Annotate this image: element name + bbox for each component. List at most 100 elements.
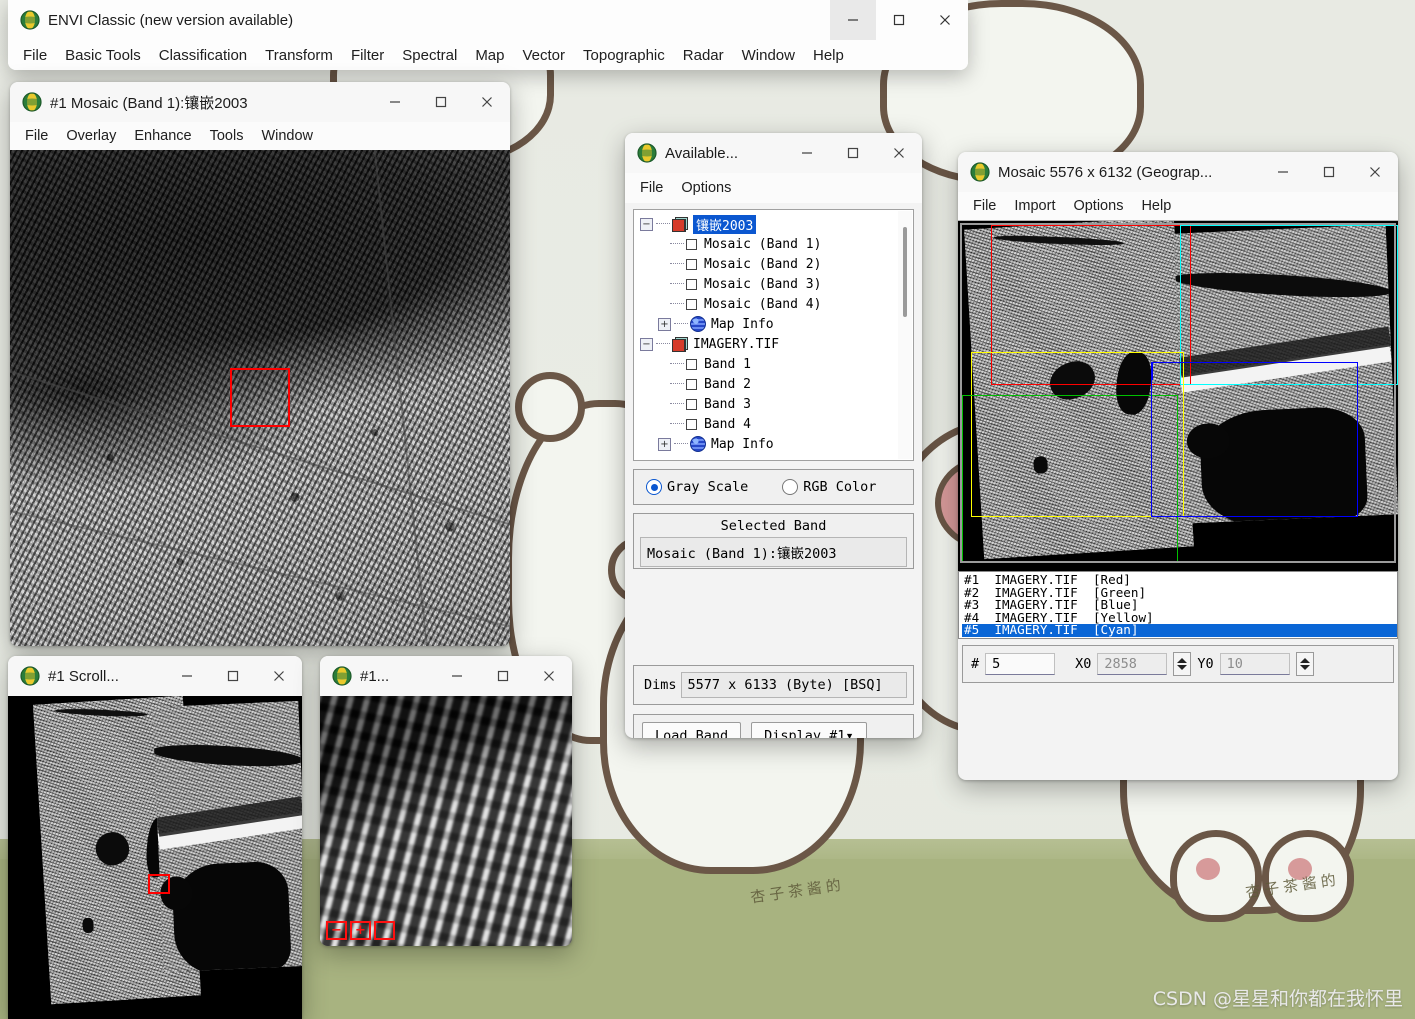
y0-stepper[interactable] <box>1295 652 1314 676</box>
menu-options[interactable]: Options <box>672 177 740 199</box>
menu-window[interactable]: Window <box>252 125 322 147</box>
menu-vector[interactable]: Vector <box>514 44 575 67</box>
maximize-button[interactable] <box>876 0 922 40</box>
tree-item-band[interactable]: Band 4 <box>640 414 913 434</box>
minimize-button[interactable] <box>1260 152 1306 192</box>
checkbox-icon[interactable] <box>686 358 697 370</box>
load-band-button[interactable]: Load Band <box>642 722 742 738</box>
tree-item-map-info[interactable]: + Map Info <box>640 314 913 334</box>
close-button[interactable] <box>526 656 572 696</box>
menu-overlay[interactable]: Overlay <box>57 125 125 147</box>
minimize-button[interactable] <box>784 133 830 173</box>
minimize-button[interactable] <box>830 0 876 40</box>
scroll-titlebar[interactable]: #1 Scroll... <box>8 656 302 696</box>
radio-gray-scale[interactable]: Gray Scale <box>646 479 748 495</box>
y0-input[interactable]: 10 <box>1219 653 1290 675</box>
zoom-window-1[interactable]: #1... − + <box>320 656 572 946</box>
checkbox-icon[interactable] <box>686 238 697 250</box>
menu-classification[interactable]: Classification <box>150 44 256 67</box>
envi-main-window-controls[interactable] <box>830 0 968 40</box>
close-button[interactable] <box>256 656 302 696</box>
expand-icon[interactable]: + <box>658 437 671 451</box>
menu-filter[interactable]: Filter <box>342 44 393 67</box>
file-list-row-5[interactable]: #5 IMAGERY.TIF [Cyan] <box>962 624 1397 637</box>
hash-input[interactable]: 5 <box>985 653 1056 675</box>
collapse-icon[interactable]: − <box>640 337 653 351</box>
tree-item-band[interactable]: Mosaic (Band 3) <box>640 274 913 294</box>
mosaic-position-controls[interactable]: # 5 X0 2858 Y0 10 <box>962 645 1394 683</box>
checkbox-icon[interactable] <box>686 298 697 310</box>
zoom-out-button[interactable]: − <box>326 921 347 940</box>
tree-item-file[interactable]: − IMAGERY.TIF <box>640 334 913 354</box>
abl-titlebar[interactable]: Available... <box>625 133 922 173</box>
maximize-button[interactable] <box>210 656 256 696</box>
envi-main-menubar[interactable]: File Basic Tools Classification Transfor… <box>8 40 968 70</box>
menu-map[interactable]: Map <box>466 44 513 67</box>
display-select-button[interactable]: Display #1▾ <box>751 722 867 738</box>
mosaic-menubar[interactable]: File Import Options Help <box>958 192 1398 220</box>
scroll-zoom-indicator[interactable] <box>148 874 170 894</box>
display-window-menubar[interactable]: File Overlay Enhance Tools Window <box>10 122 510 150</box>
zoom-select-button[interactable] <box>374 921 395 940</box>
menu-topographic[interactable]: Topographic <box>574 44 674 67</box>
menu-import[interactable]: Import <box>1005 195 1064 217</box>
tree-scrollbar[interactable] <box>898 211 912 459</box>
abl-menubar[interactable]: File Options <box>625 173 922 203</box>
menu-file[interactable]: File <box>964 195 1005 217</box>
display-window-controls[interactable] <box>372 82 510 122</box>
menu-enhance[interactable]: Enhance <box>125 125 200 147</box>
available-bands-list-window[interactable]: Available... File Options − 镶嵌2003 Mosai… <box>625 133 922 738</box>
mosaic-window-controls[interactable] <box>1260 152 1398 192</box>
mosaic-canvas[interactable] <box>958 220 1398 571</box>
close-button[interactable] <box>1352 152 1398 192</box>
maximize-button[interactable] <box>830 133 876 173</box>
checkbox-icon[interactable] <box>686 378 697 390</box>
minimize-button[interactable] <box>164 656 210 696</box>
checkbox-icon[interactable] <box>686 278 697 290</box>
mosaic-window[interactable]: Mosaic 5576 x 6132 (Geograp... File Impo… <box>958 152 1398 780</box>
scroll-image-canvas[interactable] <box>8 696 302 1019</box>
minimize-button[interactable] <box>372 82 418 122</box>
menu-file[interactable]: File <box>631 177 672 199</box>
tree-item-band[interactable]: Band 2 <box>640 374 913 394</box>
scroll-window-controls[interactable] <box>164 656 302 696</box>
zoom-window-controls[interactable] <box>434 656 572 696</box>
close-button[interactable] <box>464 82 510 122</box>
tree-item-map-info[interactable]: + Map Info <box>640 434 913 454</box>
x0-stepper[interactable] <box>1173 652 1192 676</box>
radio-rgb-color[interactable]: RGB Color <box>782 479 876 495</box>
zoom-indicator-box[interactable] <box>230 368 290 427</box>
zoom-titlebar[interactable]: #1... <box>320 656 572 696</box>
close-button[interactable] <box>922 0 968 40</box>
color-mode-group[interactable]: Gray Scale RGB Color <box>633 469 914 505</box>
maximize-button[interactable] <box>480 656 526 696</box>
tree-item-band[interactable]: Band 1 <box>640 354 913 374</box>
checkbox-icon[interactable] <box>686 418 697 430</box>
bands-tree[interactable]: − 镶嵌2003 Mosaic (Band 1) Mosaic (Band 2)… <box>633 209 914 461</box>
checkbox-icon[interactable] <box>686 258 697 270</box>
tree-item-band[interactable]: Band 3 <box>640 394 913 414</box>
menu-spectral[interactable]: Spectral <box>393 44 466 67</box>
menu-window[interactable]: Window <box>733 44 804 67</box>
mosaic-file-list[interactable]: #1 IMAGERY.TIF [Red] #2 IMAGERY.TIF [Gre… <box>958 571 1398 639</box>
menu-file[interactable]: File <box>16 125 57 147</box>
tree-item-band[interactable]: Mosaic (Band 4) <box>640 294 913 314</box>
menu-options[interactable]: Options <box>1064 195 1132 217</box>
zoom-in-button[interactable]: + <box>350 921 371 940</box>
maximize-button[interactable] <box>1306 152 1352 192</box>
envi-classic-main-window[interactable]: ENVI Classic (new version available) Fil… <box>8 0 968 70</box>
expand-icon[interactable]: + <box>658 317 671 331</box>
envi-main-titlebar[interactable]: ENVI Classic (new version available) <box>8 0 968 40</box>
checkbox-icon[interactable] <box>686 398 697 410</box>
close-button[interactable] <box>876 133 922 173</box>
menu-tools[interactable]: Tools <box>201 125 253 147</box>
tree-item-file[interactable]: − 镶嵌2003 <box>640 214 913 234</box>
display-image-canvas[interactable] <box>10 150 510 646</box>
maximize-button[interactable] <box>418 82 464 122</box>
menu-help[interactable]: Help <box>1132 195 1180 217</box>
collapse-icon[interactable]: − <box>640 217 653 231</box>
display-window-titlebar[interactable]: #1 Mosaic (Band 1):镶嵌2003 <box>10 82 510 122</box>
minimize-button[interactable] <box>434 656 480 696</box>
menu-radar[interactable]: Radar <box>674 44 733 67</box>
abl-button-row[interactable]: Load Band Display #1▾ <box>633 714 914 738</box>
